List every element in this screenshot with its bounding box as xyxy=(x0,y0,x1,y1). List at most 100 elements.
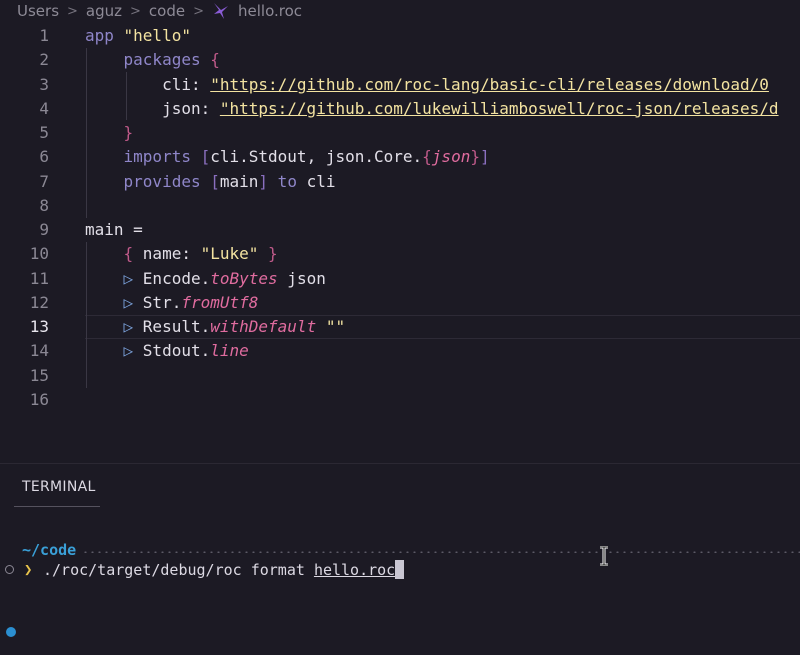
code-token: json xyxy=(431,147,471,167)
code-line[interactable]: 14 ▷ Stdout.line xyxy=(0,339,800,363)
line-number: 1 xyxy=(39,26,49,45)
code-token: ] xyxy=(479,147,490,167)
code-token: cli: xyxy=(85,74,211,94)
code-line[interactable]: 9 main = xyxy=(0,218,800,242)
code-token[interactable]: "https://github.com/lukewilliamboswell/r… xyxy=(220,99,779,118)
code-line[interactable]: 8 xyxy=(0,194,800,218)
chevron-right-icon: > xyxy=(67,3,78,19)
terminal-panel[interactable]: TERMINAL ~/code ❯ ./roc/target/debug/roc… xyxy=(0,464,800,655)
chevron-right-icon: > xyxy=(193,3,205,19)
code-token: packages xyxy=(85,50,211,70)
line-number: 2 xyxy=(39,50,49,70)
prompt-path: ~/code xyxy=(22,541,77,559)
code-token: json xyxy=(277,268,326,288)
code-text: cli: "https://github.com/roc-lang/basic-… xyxy=(85,73,769,97)
code-token: main = xyxy=(85,220,143,239)
code-token: app xyxy=(85,26,124,45)
code-token: name: xyxy=(142,244,201,264)
code-token: ▷ xyxy=(85,292,143,312)
code-line[interactable]: 4 json: "https://github.com/lukewilliamb… xyxy=(0,97,800,121)
line-number: 7 xyxy=(39,171,49,191)
code-token: { xyxy=(422,147,432,167)
breadcrumb: Users > aguz > code > hello.roc xyxy=(0,0,800,22)
code-token: [ xyxy=(200,147,211,167)
code-line[interactable]: 11 ▷ Encode.toBytes json xyxy=(0,267,800,291)
line-number: 10 xyxy=(29,244,49,264)
breadcrumb-file[interactable]: hello.roc xyxy=(238,2,302,20)
code-token: ▷ xyxy=(85,341,143,361)
line-number: 9 xyxy=(39,220,49,239)
code-token: main xyxy=(219,171,259,191)
code-token: } xyxy=(258,244,278,264)
indent-guide xyxy=(126,72,127,120)
code-token: } xyxy=(470,147,480,167)
text-cursor-icon xyxy=(600,546,608,566)
code-token: [ xyxy=(210,171,220,191)
roc-logo-icon xyxy=(214,3,229,19)
code-token: "" xyxy=(316,317,346,336)
code-text: packages { xyxy=(85,48,220,72)
code-token[interactable]: "https://github.com/roc-lang/basic-cli/r… xyxy=(210,75,769,94)
code-line[interactable]: 1 app "hello" xyxy=(0,24,800,48)
code-token: "Luke" xyxy=(200,244,259,264)
code-line[interactable]: 16 xyxy=(0,388,800,412)
code-token: json: xyxy=(85,98,220,118)
code-token: ▷ xyxy=(85,317,143,336)
code-token: { xyxy=(85,244,143,264)
code-line[interactable]: 12 ▷ Str.fromUtf8 xyxy=(0,291,800,315)
code-text: main = xyxy=(85,218,143,242)
code-text: json: "https://github.com/lukewilliambos… xyxy=(85,97,779,121)
code-token: ▷ xyxy=(85,268,143,288)
breadcrumb-item-code[interactable]: code xyxy=(149,2,185,20)
code-line[interactable]: 3 cli: "https://github.com/roc-lang/basi… xyxy=(0,73,800,97)
line-number: 4 xyxy=(39,98,49,118)
code-line[interactable]: 2 packages { xyxy=(0,48,800,72)
line-number: 3 xyxy=(39,74,49,94)
prompt-separator xyxy=(82,551,800,553)
code-line[interactable]: 10 { name: "Luke" } xyxy=(0,242,800,266)
code-line[interactable]: 15 xyxy=(0,364,800,388)
breadcrumb-item-aguz[interactable]: aguz xyxy=(86,2,122,20)
code-text: ▷ Str.fromUtf8 xyxy=(85,291,259,315)
code-token: line xyxy=(210,341,249,361)
code-token: Encode. xyxy=(142,268,211,288)
code-text: app "hello" xyxy=(85,24,191,48)
code-token: to xyxy=(268,171,307,191)
code-line[interactable]: 7 provides [main] to cli xyxy=(0,170,800,194)
status-dot-icon xyxy=(6,627,16,637)
code-token: } xyxy=(85,123,134,142)
line-number: 14 xyxy=(29,341,49,361)
tab-terminal[interactable]: TERMINAL xyxy=(22,479,96,495)
breadcrumb-item-users[interactable]: Users xyxy=(17,2,59,20)
code-text: ▷ Encode.toBytes json xyxy=(85,267,326,291)
code-line[interactable]: 6 imports [cli.Stdout, json.Core.{json}] xyxy=(0,145,800,169)
tab-terminal-underline xyxy=(14,506,100,507)
code-text: { name: "Luke" } xyxy=(85,242,278,266)
terminal-cursor xyxy=(395,560,405,579)
code-token: Str. xyxy=(142,292,182,312)
code-text: ▷ Stdout.line xyxy=(85,339,249,363)
chevron-right-icon: > xyxy=(130,3,141,19)
code-token: Result. xyxy=(142,317,211,336)
command-status-icon xyxy=(5,565,14,574)
code-token: { xyxy=(210,50,220,70)
code-token: cli xyxy=(306,171,336,191)
code-line[interactable]: 13 ▷ Result.withDefault "" xyxy=(0,315,800,339)
indent-guide xyxy=(86,48,87,218)
line-number: 12 xyxy=(29,292,49,312)
code-editor[interactable]: 1 app "hello" 2 packages {3 cli: "https://… xyxy=(0,24,800,424)
code-token: withDefault xyxy=(210,317,317,336)
code-token: "hello" xyxy=(123,26,191,45)
indent-guide xyxy=(86,242,87,388)
line-number: 13 xyxy=(29,317,49,336)
line-number: 8 xyxy=(39,195,49,215)
terminal-command-line[interactable]: ./roc/target/debug/roc format hello.roc xyxy=(43,560,405,579)
code-token: provides xyxy=(85,171,211,191)
code-line[interactable]: 5 } xyxy=(0,121,800,145)
code-token: fromUtf8 xyxy=(181,292,259,312)
code-token: imports xyxy=(85,147,201,167)
command-prefix: ./roc/target/debug/roc format xyxy=(43,561,314,579)
line-number: 5 xyxy=(39,123,49,142)
command-argument[interactable]: hello.roc xyxy=(314,561,395,579)
code-token: ] xyxy=(258,171,269,191)
